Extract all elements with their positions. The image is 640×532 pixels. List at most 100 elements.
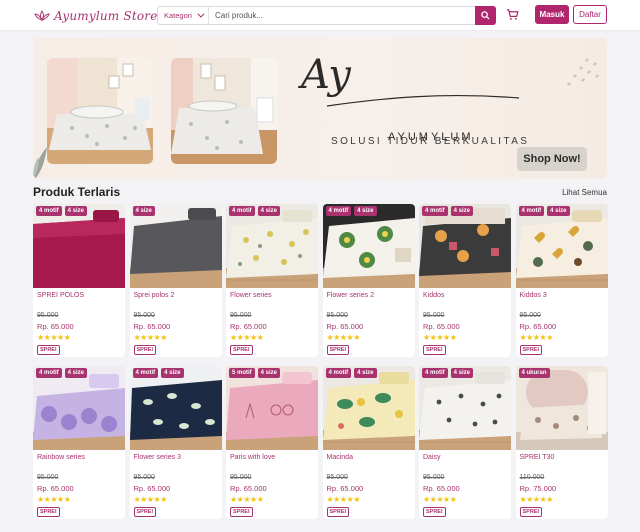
variant-badge: 4 size [354,206,377,216]
product-card[interactable]: 5 motif 4 size Paris with love 95.000 Rp. 65… [226,366,318,519]
product-name[interactable]: Rainbow series [37,454,85,461]
hero-banner[interactable]: Ay AYUMYLUM SOLUSI TIDUR BERKUALITAS Sho… [33,38,607,179]
logo-text: Ayumylum Store [54,9,158,23]
product-badges: 5 motif 4 size [229,368,281,378]
product-image[interactable]: 5 motif 4 size [226,366,318,450]
category-label: Kategori [164,11,192,20]
product-image[interactable]: 4 size [129,204,222,288]
product-card[interactable]: 4 motif 4 size Flower series 2 95.000 Rp. 65… [322,204,415,357]
product-name[interactable]: Daisy [423,454,441,461]
product-name[interactable]: Sprei polos 2 [134,292,175,299]
register-button[interactable]: Daftar [573,5,607,24]
product-card[interactable]: 4 motif 4 size Macinda 95.000 Rp. 65.000 ★★★★… [322,366,415,519]
product-card[interactable]: 4 motif 4 size Kiddos 95.000 Rp. 65.000 ★★★★★… [419,204,511,357]
product-name[interactable]: Paris with love [230,454,275,461]
original-price: 95.000 [326,312,348,319]
variant-badge: 4 motif [36,368,62,378]
product-image[interactable]: 4 motif 4 size [322,366,415,450]
sale-price: Rp. 65.000 [423,322,460,331]
product-badges: 4 motif 4 size [36,206,88,216]
category-tag: SPREI [37,507,60,517]
product-card[interactable]: 4 motif 4 size Flower series 95.000 Rp. 65.0… [226,204,318,357]
product-card[interactable]: 4 motif 4 size Kiddos 3 95.000 Rp. 65.000 ★★★… [515,204,608,357]
product-name[interactable]: Kiddos 3 [520,292,547,299]
variant-badge: 4 motif [132,368,159,378]
product-card[interactable]: 4 size Sprei polos 2 95.000 Rp. 65.000 ★★★★★… [129,204,222,357]
star-rating-icon: ★★★★★ [37,495,71,504]
section-title: Produk Terlaris [33,185,121,199]
star-rating-icon: ★★★★★ [37,333,71,342]
top-navbar: Ayumylum Store Kategori Masuk Daftar [0,0,640,31]
star-rating-icon: ★★★★★ [230,333,264,342]
variant-badge: 4 motif [325,368,352,378]
product-badges: 4 motif 4 size [229,206,281,216]
product-image[interactable]: 4 motif 4 size [129,366,222,450]
search-button[interactable] [475,6,496,25]
product-name[interactable]: Flower series 3 [134,454,181,461]
product-name[interactable]: Kiddos [423,292,444,299]
star-rating-icon: ★★★★★ [423,333,457,342]
product-name[interactable]: SPREI POLOS [37,292,84,299]
lotus-logo-icon [34,10,50,21]
product-name[interactable]: Flower series [230,292,272,299]
original-price: 95.000 [423,312,445,319]
original-price: 95.000 [230,474,252,481]
category-tag: SPREI [230,345,253,355]
category-tag: SPREI [519,507,543,517]
store-logo[interactable]: Ayumylum Store [34,7,158,25]
original-price: 95.000 [37,312,59,319]
star-rating-icon: ★★★★★ [519,333,554,342]
product-image[interactable]: 4 motif 4 size [515,204,608,288]
product-name[interactable]: Flower series 2 [327,292,374,299]
product-card[interactable]: 4 motif 4 size Rainbow series 95.000 Rp. 65.… [33,366,125,519]
variant-badge: 4 size [64,368,88,378]
variant-badge: 4 size [547,206,570,216]
product-image[interactable]: 4 motif 4 size [33,204,125,288]
variant-badge: 4 size [257,368,281,378]
product-badges: 4 motif 4 size [325,368,377,378]
product-card[interactable]: 4 motif 4 size Daisy 95.000 Rp. 65.000 ★★★★★ S… [419,366,511,519]
product-card[interactable]: 4 motif 4 size SPREI POLOS 95.000 Rp. 65.000… [33,204,125,357]
sale-price: Rp. 65.000 [519,322,557,331]
category-tag: SPREI [326,345,350,355]
star-rating-icon: ★★★★★ [133,333,168,342]
brand-tagline: SOLUSI TIDUR BERKUALITAS [331,136,530,147]
cart-icon[interactable] [506,8,519,21]
product-badges: 4 motif 4 size [422,368,474,378]
product-card[interactable]: 4 ukuran SPREI T30 110.000 Rp. 75.000 ★★★★★ S… [515,366,608,519]
category-tag: SPREI [133,345,157,355]
product-image[interactable]: 4 motif 4 size [226,204,318,288]
bedroom-photo-2 [171,58,277,164]
sale-price: Rp. 65.000 [133,322,171,331]
variant-badge: 4 motif [36,206,62,216]
search-icon [481,11,490,20]
product-image[interactable]: 4 motif 4 size [419,366,511,450]
sale-price: Rp. 65.000 [326,322,364,331]
original-price: 95.000 [133,312,155,319]
variant-badge: 4 motif [325,206,352,216]
category-dropdown[interactable]: Kategori [158,7,209,24]
sale-price: Rp. 65.000 [37,484,74,493]
product-name[interactable]: SPREI T30 [520,454,555,461]
product-image[interactable]: 4 ukuran [515,366,608,450]
product-badges: 4 motif 4 size [325,206,377,216]
sale-price: Rp. 65.000 [423,484,460,493]
search-bar: Kategori [157,6,496,25]
star-rating-icon: ★★★★★ [423,495,457,504]
star-rating-icon: ★★★★★ [326,333,361,342]
original-price: 95.000 [133,474,155,481]
product-image[interactable]: 4 motif 4 size [33,366,125,450]
variant-badge: 5 motif [229,368,255,378]
dots-decoration-icon [567,58,599,86]
sale-price: Rp. 65.000 [37,322,74,331]
product-badges: 4 motif 4 size [518,206,570,216]
product-image[interactable]: 4 motif 4 size [322,204,415,288]
shop-now-button[interactable]: Shop Now! [517,147,587,171]
product-card[interactable]: 4 motif 4 size Flower series 3 95.000 Rp. 65… [129,366,222,519]
search-input[interactable] [209,7,475,24]
product-name[interactable]: Macinda [327,454,353,461]
product-image[interactable]: 4 motif 4 size [419,204,511,288]
login-button[interactable]: Masuk [535,5,569,24]
see-all-link[interactable]: Lihat Semua [562,188,607,197]
original-price: 95.000 [519,312,541,319]
